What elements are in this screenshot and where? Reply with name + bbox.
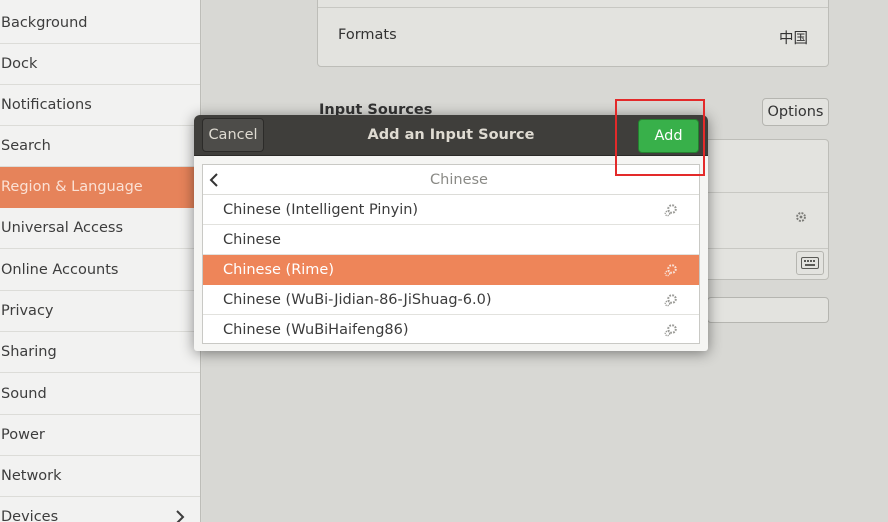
- sidebar-item-dock[interactable]: Dock: [0, 44, 200, 85]
- sidebar-item-label: Devices: [1, 509, 59, 522]
- sidebar-item-label: Online Accounts: [1, 262, 119, 278]
- gear-icon[interactable]: [794, 210, 808, 224]
- settings-gear-icon: [664, 324, 677, 337]
- divider: [318, 7, 828, 8]
- dialog-title: Add an Input Source: [367, 127, 535, 143]
- sidebar-item-label: Search: [1, 138, 51, 154]
- formats-row[interactable]: Formats 中国: [317, 0, 829, 67]
- sidebar-item-sound[interactable]: Sound: [0, 374, 200, 415]
- list-item[interactable]: Chinese (Intelligent Pinyin): [203, 195, 699, 225]
- list-item-label: Chinese: [223, 232, 281, 248]
- input-source-list: Chinese Chinese (Intelligent Pinyin) Chi…: [202, 164, 700, 344]
- list-item-selected[interactable]: Chinese (Rime): [203, 255, 699, 285]
- settings-sidebar: Background Dock Notifications Search Reg…: [0, 0, 201, 522]
- sidebar-item-universal-access[interactable]: Universal Access: [0, 208, 200, 249]
- keyboard-icon: [801, 257, 819, 269]
- add-button[interactable]: Add: [638, 119, 699, 153]
- sidebar-item-label: Region & Language: [1, 179, 143, 195]
- sidebar-item-devices[interactable]: Devices: [0, 497, 200, 522]
- list-item-label: Chinese (Rime): [223, 262, 335, 278]
- sidebar-item-label: Network: [1, 468, 62, 484]
- formats-label: Formats: [338, 27, 397, 43]
- sidebar-item-label: Sharing: [1, 344, 57, 360]
- settings-gear-icon: [664, 294, 677, 307]
- sidebar-item-label: Dock: [1, 56, 38, 72]
- list-header[interactable]: Chinese: [203, 165, 699, 195]
- sidebar-item-network[interactable]: Network: [0, 456, 200, 497]
- settings-gear-icon: [664, 264, 677, 277]
- sidebar-item-online-accounts[interactable]: Online Accounts: [0, 250, 200, 291]
- sidebar-item-label: Notifications: [1, 97, 92, 113]
- add-input-source-dialog: Cancel Add an Input Source Add Chinese C…: [194, 115, 708, 351]
- sidebar-item-label: Privacy: [1, 303, 54, 319]
- sidebar-item-background[interactable]: Background: [0, 3, 200, 44]
- sidebar-item-privacy[interactable]: Privacy: [0, 291, 200, 332]
- list-item-label: Chinese (WuBiHaifeng86): [223, 322, 409, 338]
- keyboard-layout-button[interactable]: [796, 251, 824, 275]
- list-item-label: Chinese (Intelligent Pinyin): [223, 202, 419, 218]
- sidebar-item-search[interactable]: Search: [0, 126, 200, 167]
- list-header-title: Chinese: [430, 172, 488, 188]
- sidebar-item-region-language[interactable]: Region & Language: [0, 167, 200, 208]
- options-button[interactable]: Options: [762, 98, 829, 126]
- sidebar-item-sharing[interactable]: Sharing: [0, 332, 200, 373]
- manage-languages-button[interactable]: [707, 297, 829, 323]
- settings-gear-icon: [664, 204, 677, 217]
- list-item[interactable]: Chinese (WuBi-Jidian-86-JiShuag-6.0): [203, 285, 699, 315]
- sidebar-item-label: Background: [1, 15, 88, 31]
- list-item-label: Chinese (WuBi-Jidian-86-JiShuag-6.0): [223, 292, 492, 308]
- sidebar-item-label: Sound: [1, 386, 47, 402]
- sidebar-item-label: Power: [1, 427, 45, 443]
- sidebar-item-power[interactable]: Power: [0, 415, 200, 456]
- dialog-header-bar: Cancel Add an Input Source Add: [194, 115, 708, 156]
- chevron-right-icon: [176, 510, 185, 522]
- formats-value: 中国: [779, 31, 808, 47]
- sidebar-item-label: Universal Access: [1, 220, 124, 236]
- list-item[interactable]: Chinese: [203, 225, 699, 255]
- sidebar-item-notifications[interactable]: Notifications: [0, 85, 200, 126]
- list-item[interactable]: Chinese (WuBiHaifeng86): [203, 315, 699, 345]
